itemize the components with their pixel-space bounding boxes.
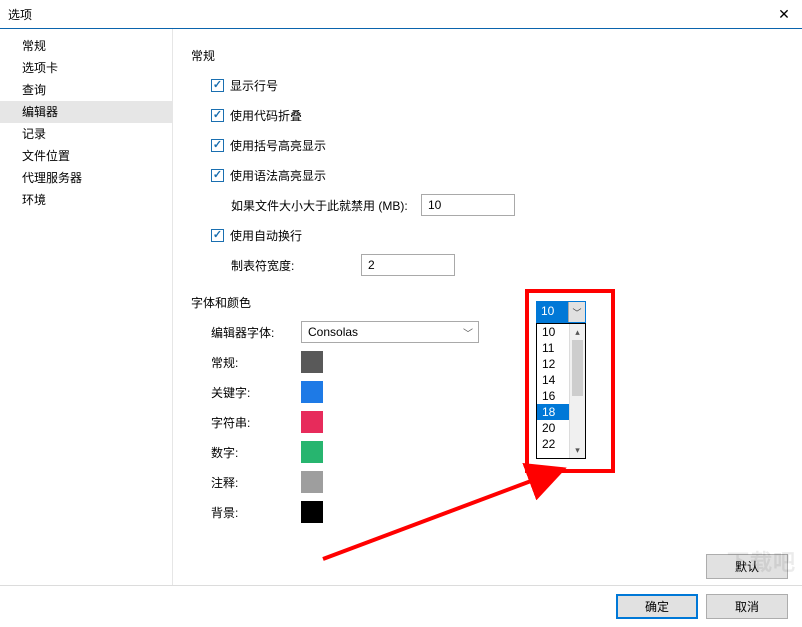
close-button[interactable]: ✕ <box>766 0 802 28</box>
checkbox-code-folding[interactable] <box>211 109 224 122</box>
row-color-comment: 注释: <box>191 471 782 493</box>
sidebar: 常规 选项卡 查询 编辑器 记录 文件位置 代理服务器 环境 <box>0 29 173 585</box>
swatch-background[interactable] <box>301 501 323 523</box>
label-color-string: 字符串: <box>191 414 301 431</box>
sidebar-item-editor[interactable]: 编辑器 <box>0 101 172 123</box>
row-tab-width: 制表符宽度: <box>191 254 782 276</box>
sidebar-item-label: 环境 <box>22 193 46 207</box>
select-editor-font-value: Consolas <box>308 325 358 339</box>
row-auto-wrap: 使用自动换行 <box>191 224 782 246</box>
content: 常规 显示行号 使用代码折叠 使用括号高亮显示 使用语法高亮显示 如果文件大小大… <box>173 29 802 585</box>
row-show-line-numbers: 显示行号 <box>191 74 782 96</box>
sidebar-item-query[interactable]: 查询 <box>0 79 172 101</box>
select-font-size-value: 10 <box>537 302 568 322</box>
section-title-fonts: 字体和颜色 <box>191 294 782 311</box>
label-color-regular: 常规: <box>191 354 301 371</box>
font-size-combo-wrap: 10 ﹀ 10 11 12 14 16 18 20 22 ▴ ▾ <box>536 301 586 459</box>
checkbox-syntax-hl[interactable] <box>211 169 224 182</box>
scroll-thumb[interactable] <box>572 340 583 396</box>
row-color-background: 背景: <box>191 501 782 523</box>
fonts-section: 编辑器字体: Consolas ﹀ 常规: 关键字: 字符串: 数字: <box>191 321 782 523</box>
swatch-number[interactable] <box>301 441 323 463</box>
row-editor-font: 编辑器字体: Consolas ﹀ <box>191 321 782 343</box>
row-color-number: 数字: <box>191 441 782 463</box>
label-color-keyword: 关键字: <box>191 384 301 401</box>
window-title: 选项 <box>8 6 32 23</box>
close-icon: ✕ <box>778 6 790 23</box>
label-editor-font: 编辑器字体: <box>191 324 301 341</box>
input-syntax-disable-mb[interactable] <box>421 194 515 216</box>
sidebar-item-label: 记录 <box>22 127 46 141</box>
label-code-folding: 使用代码折叠 <box>230 107 302 124</box>
select-editor-font[interactable]: Consolas ﹀ <box>301 321 479 343</box>
select-font-size[interactable]: 10 ﹀ <box>536 301 586 323</box>
swatch-string[interactable] <box>301 411 323 433</box>
sidebar-item-tabs[interactable]: 选项卡 <box>0 57 172 79</box>
row-color-string: 字符串: <box>191 411 782 433</box>
row-color-keyword: 关键字: <box>191 381 782 403</box>
label-auto-wrap: 使用自动换行 <box>230 227 302 244</box>
section-title-general: 常规 <box>191 47 782 64</box>
label-tab-width: 制表符宽度: <box>231 257 361 274</box>
label-syntax-hl: 使用语法高亮显示 <box>230 167 326 184</box>
body: 常规 选项卡 查询 编辑器 记录 文件位置 代理服务器 环境 常规 显示行号 使… <box>0 29 802 585</box>
checkbox-line-numbers[interactable] <box>211 79 224 92</box>
sidebar-item-proxy[interactable]: 代理服务器 <box>0 167 172 189</box>
scroll-up-icon[interactable]: ▴ <box>570 324 585 340</box>
row-code-folding: 使用代码折叠 <box>191 104 782 126</box>
titlebar: 选项 ✕ <box>0 0 802 29</box>
sidebar-item-env[interactable]: 环境 <box>0 189 172 211</box>
row-syntax-disable: 如果文件大小大于此就禁用 (MB): <box>191 194 782 216</box>
font-size-dropdown[interactable]: 10 11 12 14 16 18 20 22 ▴ ▾ <box>536 323 586 459</box>
label-syntax-disable: 如果文件大小大于此就禁用 (MB): <box>231 197 421 214</box>
row-bracket-hl: 使用括号高亮显示 <box>191 134 782 156</box>
chevron-down-icon: ﹀ <box>460 325 476 340</box>
swatch-keyword[interactable] <box>301 381 323 403</box>
checkbox-bracket-hl[interactable] <box>211 139 224 152</box>
checkbox-auto-wrap[interactable] <box>211 229 224 242</box>
footer: 确定 取消 <box>0 585 802 627</box>
label-line-numbers: 显示行号 <box>230 77 278 94</box>
dropdown-scrollbar[interactable]: ▴ ▾ <box>569 324 585 458</box>
cancel-button[interactable]: 取消 <box>706 594 788 619</box>
input-tab-width[interactable] <box>361 254 455 276</box>
sidebar-item-label: 常规 <box>22 39 46 53</box>
swatch-regular[interactable] <box>301 351 323 373</box>
sidebar-item-label: 代理服务器 <box>22 171 82 185</box>
sidebar-item-filelocation[interactable]: 文件位置 <box>0 145 172 167</box>
row-color-regular: 常规: <box>191 351 782 373</box>
default-button-row: 默认 <box>706 554 788 579</box>
ok-button[interactable]: 确定 <box>616 594 698 619</box>
label-color-comment: 注释: <box>191 474 301 491</box>
sidebar-item-record[interactable]: 记录 <box>0 123 172 145</box>
scroll-down-icon[interactable]: ▾ <box>570 442 585 458</box>
default-button[interactable]: 默认 <box>706 554 788 579</box>
label-color-background: 背景: <box>191 504 301 521</box>
swatch-comment[interactable] <box>301 471 323 493</box>
row-syntax-hl: 使用语法高亮显示 <box>191 164 782 186</box>
sidebar-item-label: 查询 <box>22 83 46 97</box>
sidebar-item-label: 选项卡 <box>22 61 58 75</box>
sidebar-item-general[interactable]: 常规 <box>0 35 172 57</box>
label-color-number: 数字: <box>191 444 301 461</box>
sidebar-item-label: 文件位置 <box>22 149 70 163</box>
label-bracket-hl: 使用括号高亮显示 <box>230 137 326 154</box>
sidebar-item-label: 编辑器 <box>22 105 58 119</box>
chevron-down-icon: ﹀ <box>568 302 585 322</box>
